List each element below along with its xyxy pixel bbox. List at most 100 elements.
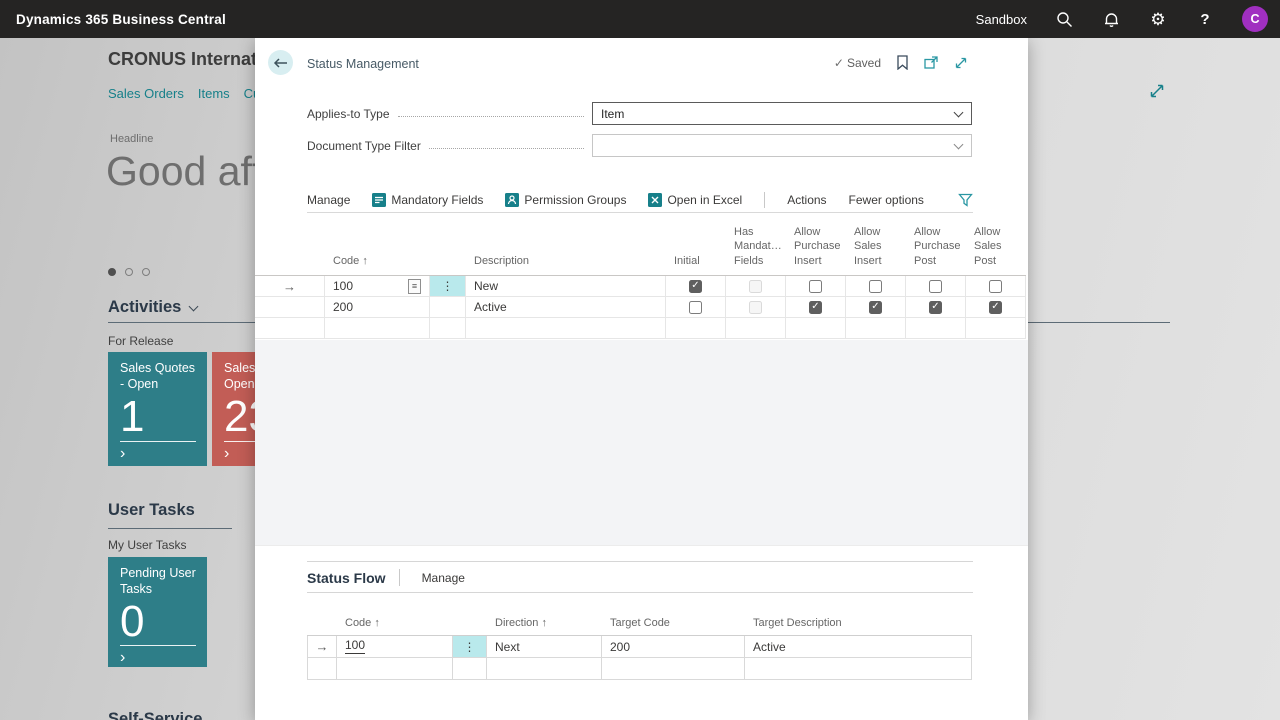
filter-icon[interactable] [958,193,973,207]
app-title: Dynamics 365 Business Central [0,12,226,27]
column-header-has-mandatory-fields[interactable]: Has Mandat… Fields [726,225,786,275]
column-header-code[interactable]: Code ↑ [337,617,453,635]
status-management-dialog: Status Management ✓ Saved Applies-to Typ… [255,38,1028,720]
settings-icon[interactable] [1148,9,1168,29]
column-header-allow-sales-insert[interactable]: Allow Sales Insert [846,225,906,275]
header-divider [399,569,400,586]
checkbox[interactable] [989,301,1002,314]
self-service-section-header[interactable]: Self-Service [108,710,202,720]
row-options-cell[interactable] [430,297,466,317]
allow-purchase-insert-cell [786,276,846,296]
open-in-excel-label: Open in Excel [667,193,742,207]
row-options-button[interactable] [453,636,487,657]
allow-purchase-post-cell [906,276,966,296]
column-header-allow-purchase-post[interactable]: Allow Purchase Post [906,225,966,275]
document-type-filter-select[interactable] [592,134,972,157]
nav-sales-orders[interactable]: Sales Orders [108,86,184,101]
table-row: 100 New [255,276,1026,297]
carousel-dot-2[interactable] [125,268,133,276]
checkbox[interactable] [689,301,702,314]
activities-section-header[interactable]: Activities [108,298,197,317]
code-cell[interactable]: 200 [325,297,430,317]
fewer-options-button[interactable]: Fewer options [849,193,924,207]
checkbox[interactable] [929,280,942,293]
applies-to-type-select[interactable]: Item [592,102,972,125]
checkbox[interactable] [689,280,702,293]
tile-pending-user-tasks[interactable]: Pending User Tasks 0 › [108,557,207,667]
user-tasks-underline [108,528,232,529]
row-options-button[interactable] [430,276,466,296]
status-flow-separator [307,561,973,562]
description-cell[interactable]: Active [466,297,666,317]
manage-menu[interactable]: Manage [307,193,350,207]
help-icon[interactable]: ? [1195,9,1215,29]
direction-cell[interactable] [487,658,602,679]
assist-edit-icon[interactable] [408,279,421,294]
status-flow-table-header: Code ↑ Direction ↑ Target Code Target De… [307,615,972,636]
permission-groups-action[interactable]: Permission Groups [505,193,626,207]
carousel-dot-3[interactable] [142,268,150,276]
activities-title: Activities [108,298,181,317]
nav-items[interactable]: Items [198,86,230,101]
carousel-dot-1[interactable] [108,268,116,276]
user-tasks-section-header[interactable]: User Tasks [108,501,195,520]
checkbox[interactable] [809,301,822,314]
status-flow-header: Status Flow Manage [307,569,465,586]
allow-purchase-post-cell [906,297,966,317]
column-header-initial[interactable]: Initial [666,254,726,275]
code-cell[interactable] [337,658,453,679]
actions-menu[interactable]: Actions [787,193,826,207]
row-options-cell [430,318,466,338]
column-header-description[interactable]: Description [466,254,666,275]
topbar-actions: Sandbox ? C [976,6,1280,32]
code-cell[interactable]: 100 [325,276,430,296]
table-row-empty [307,658,972,680]
greeting-headline: Good aft [106,148,263,195]
headline-carousel-dots [108,268,150,276]
code-cell[interactable]: 100 [337,636,453,657]
table-row: 100 Next 200 Active [307,636,972,658]
column-header-target-description[interactable]: Target Description [745,617,972,635]
open-in-excel-action[interactable]: Open in Excel [648,193,742,207]
target-code-cell[interactable]: 200 [602,636,745,657]
checkbox[interactable] [869,301,882,314]
search-icon[interactable] [1054,9,1074,29]
open-in-new-window-icon[interactable] [924,56,938,69]
column-header-allow-sales-post[interactable]: Allow Sales Post [966,225,1026,275]
target-code-cell[interactable] [602,658,745,679]
target-description-cell[interactable] [745,658,972,679]
direction-cell[interactable]: Next [487,636,602,657]
description-cell[interactable] [466,318,666,338]
column-header-allow-purchase-insert[interactable]: Allow Purchase Insert [786,225,846,275]
chevron-down-icon [954,108,964,118]
status-flow-manage-menu[interactable]: Manage [422,571,465,585]
expand-widget-icon[interactable] [1148,82,1166,100]
avatar[interactable]: C [1242,6,1268,32]
column-header-code[interactable]: Code ↑ [325,254,430,275]
column-header-indicator [307,629,337,635]
column-header-target-code[interactable]: Target Code [602,617,745,635]
active-row-indicator [307,636,337,657]
mandatory-fields-action[interactable]: Mandatory Fields [372,193,483,207]
tile-sales-quotes-open[interactable]: Sales Quotes - Open 1 › [108,352,207,466]
checkbox[interactable] [989,280,1002,293]
column-header-indicator [255,268,325,275]
initial-cell [666,297,726,317]
bookmark-icon[interactable] [897,55,908,70]
back-button[interactable] [268,50,293,75]
tile-label: Pending User Tasks [120,566,196,597]
column-header-direction[interactable]: Direction ↑ [487,617,602,635]
expand-dialog-icon[interactable] [954,56,968,70]
checkbox[interactable] [929,301,942,314]
checkbox[interactable] [869,280,882,293]
checkbox[interactable] [809,280,822,293]
applies-to-type-row: Applies-to Type Item [307,102,972,125]
notifications-icon[interactable] [1101,9,1121,29]
permission-groups-icon [505,193,519,207]
initial-cell [666,318,726,338]
allow-purchase-insert-cell [786,318,846,338]
description-cell[interactable]: New [466,276,666,296]
code-cell[interactable] [325,318,430,338]
status-flow-table: Code ↑ Direction ↑ Target Code Target De… [307,615,972,680]
target-description-cell[interactable]: Active [745,636,972,657]
